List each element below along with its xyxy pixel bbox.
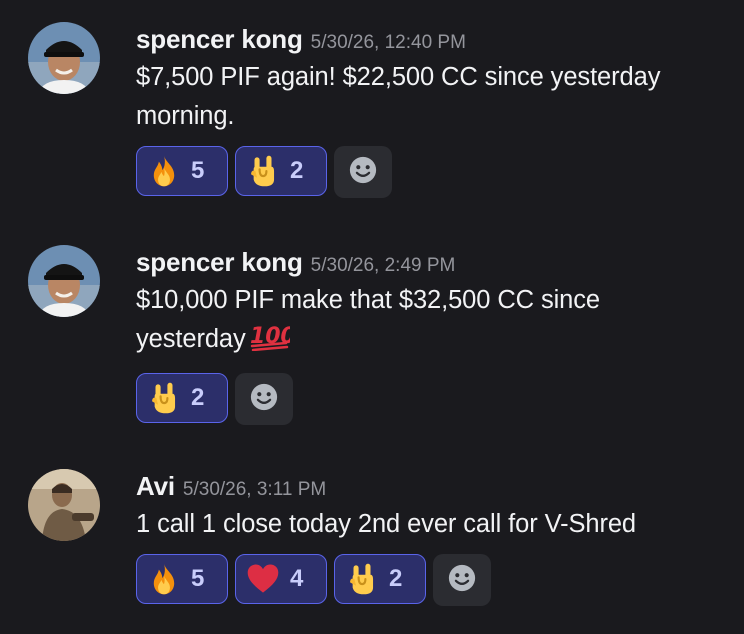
fire-emoji-icon [147,562,181,596]
add-reaction-button[interactable] [334,146,392,198]
message-body: spencer kong 5/30/26, 12:40 PM $7,500 PIF… [136,22,726,198]
reaction-fire[interactable]: 5 [136,554,228,604]
reaction-rock-on[interactable]: 2 [235,146,327,196]
reaction-rock-on[interactable]: 2 [334,554,426,604]
chat-messages: spencer kong 5/30/26, 12:40 PM $7,500 PIF… [0,0,744,634]
message-body: spencer kong 5/30/26, 2:49 PM $10,000 PIF… [136,245,726,425]
smiley-face-icon [447,563,477,598]
reaction-fire[interactable]: 5 [136,146,228,196]
message-content: $7,500 PIF again! $22,500 CC since yeste… [136,58,726,136]
message-line: yesterday [136,325,246,353]
reaction-count: 5 [191,565,205,592]
message-header: spencer kong 5/30/26, 12:40 PM [136,22,726,56]
reactions-bar: 5 4 2 [136,554,726,606]
rock-on-emoji-icon [147,381,181,415]
reaction-count: 5 [191,157,205,184]
reactions-bar: 2 [136,373,726,425]
avatar-spencer-kong[interactable] [28,22,100,94]
reaction-heart[interactable]: 4 [235,554,327,604]
message-body: Avi 5/30/26, 3:11 PM 1 call 1 close today… [136,469,726,606]
message-header: Avi 5/30/26, 3:11 PM [136,469,726,503]
username[interactable]: Avi [136,471,175,501]
reaction-count: 2 [290,157,304,184]
heart-emoji-icon [246,562,280,596]
timestamp[interactable]: 5/30/26, 12:40 PM [311,32,466,53]
fire-emoji-icon [147,154,181,188]
reactions-bar: 5 2 [136,146,726,198]
reaction-count: 4 [290,565,304,592]
avatar-spencer-kong[interactable] [28,245,100,317]
username[interactable]: spencer kong [136,247,303,277]
add-reaction-button[interactable] [433,554,491,606]
rock-on-emoji-icon [246,154,280,188]
rock-on-emoji-icon [345,562,379,596]
hundred-points-emoji-icon: 100 [250,321,295,363]
reaction-count: 2 [191,384,205,411]
reaction-count: 2 [389,565,403,592]
message-line: $10,000 PIF make that $32,500 CC since [136,286,600,314]
message-line: 1 call 1 close today 2nd ever call for V… [136,510,637,538]
reaction-rock-on[interactable]: 2 [136,373,228,423]
message-line: $7,500 PIF again! $22,500 CC since yeste… [136,63,661,91]
timestamp[interactable]: 5/30/26, 3:11 PM [183,479,326,500]
message-content: 1 call 1 close today 2nd ever call for V… [136,505,726,544]
message-line-with-emoji: yesterday 100 [136,320,726,363]
smiley-face-icon [348,155,378,190]
smiley-face-icon [249,382,279,417]
avatar-avi[interactable] [28,469,100,541]
message-header: spencer kong 5/30/26, 2:49 PM [136,245,726,279]
username[interactable]: spencer kong [136,24,303,54]
message-content: $10,000 PIF make that $32,500 CC since y… [136,281,726,363]
message-line: morning. [136,102,235,130]
add-reaction-button[interactable] [235,373,293,425]
timestamp[interactable]: 5/30/26, 2:49 PM [311,255,456,276]
